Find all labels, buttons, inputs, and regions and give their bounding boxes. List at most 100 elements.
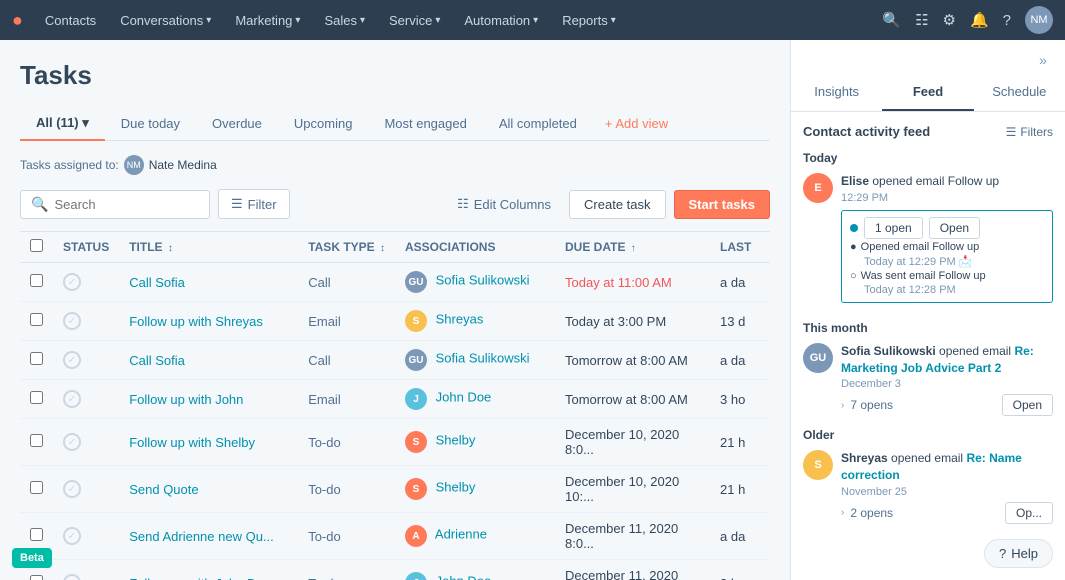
- older-chevron[interactable]: ›: [841, 507, 844, 518]
- nav-marketing[interactable]: Marketing ▾: [225, 0, 310, 40]
- task-type-2: Call: [308, 353, 330, 368]
- task-table: STATUS TITLE ↕ TASK TYPE ↕ ASSOCIATIONS …: [20, 231, 770, 580]
- tab-overdue[interactable]: Overdue: [196, 108, 278, 141]
- status-column-header: STATUS: [53, 232, 119, 263]
- user-avatar[interactable]: NM: [1025, 6, 1053, 34]
- assoc-name-1[interactable]: Shreyas: [436, 312, 484, 327]
- assoc-name-3[interactable]: John Doe: [436, 390, 492, 405]
- table-row: ✓ Call Sofia Call GU Sofia Sulikowski To…: [20, 263, 770, 302]
- opens-badge[interactable]: 1 open: [864, 217, 923, 239]
- filters-icon: ☰: [1006, 125, 1017, 139]
- assoc-avatar-2: GU: [405, 349, 427, 371]
- nav-reports[interactable]: Reports ▾: [552, 0, 626, 40]
- nav-contacts[interactable]: Contacts: [35, 0, 106, 40]
- beta-badge[interactable]: Beta: [12, 548, 52, 568]
- open-email-button[interactable]: Open: [929, 217, 980, 239]
- row-checkbox-3[interactable]: [30, 391, 43, 404]
- task-type-3: Email: [308, 392, 341, 407]
- nav-service[interactable]: Service ▾: [379, 0, 450, 40]
- notifications-icon[interactable]: 🔔: [970, 11, 989, 29]
- nav-sales[interactable]: Sales ▾: [314, 0, 375, 40]
- status-icon-6[interactable]: ✓: [63, 527, 81, 545]
- help-icon[interactable]: ?: [1003, 12, 1011, 29]
- search-icon[interactable]: 🔍: [882, 11, 901, 29]
- tab-due-today[interactable]: Due today: [105, 108, 196, 141]
- task-title-4[interactable]: Follow up with Shelby: [129, 435, 255, 450]
- assoc-name-6[interactable]: Adrienne: [435, 527, 487, 542]
- task-title-6[interactable]: Send Adrienne new Qu...: [129, 529, 274, 544]
- panel-collapse-button[interactable]: »: [1029, 46, 1057, 74]
- nav-automation[interactable]: Automation ▾: [454, 0, 548, 40]
- row-checkbox-2[interactable]: [30, 352, 43, 365]
- status-icon-1[interactable]: ✓: [63, 312, 81, 330]
- tab-most-engaged[interactable]: Most engaged: [368, 108, 482, 141]
- tasktype-column-header[interactable]: TASK TYPE ↕: [298, 232, 395, 263]
- assoc-name-2[interactable]: Sofia Sulikowski: [436, 351, 530, 366]
- create-task-button[interactable]: Create task: [569, 190, 665, 219]
- opened-icon: ●: [850, 241, 857, 253]
- row-checkbox-1[interactable]: [30, 313, 43, 326]
- title-column-header[interactable]: TITLE ↕: [119, 232, 298, 263]
- last-col-3: 3 ho: [720, 392, 745, 407]
- marketplace-icon[interactable]: ☷: [915, 11, 928, 29]
- email-detail-opened: ● Opened email Follow up: [850, 241, 1044, 253]
- row-checkbox-4[interactable]: [30, 434, 43, 447]
- edit-columns-button[interactable]: ☷ Edit Columns: [447, 190, 561, 218]
- status-icon-5[interactable]: ✓: [63, 480, 81, 498]
- status-icon-2[interactable]: ✓: [63, 351, 81, 369]
- duedate-column-header[interactable]: DUE DATE ↑: [555, 232, 710, 263]
- feed-header: Contact activity feed ☰ Filters: [803, 124, 1053, 139]
- assoc-avatar-7: J: [405, 572, 427, 580]
- search-input[interactable]: [54, 197, 199, 212]
- status-icon-4[interactable]: ✓: [63, 433, 81, 451]
- this-month-chevron[interactable]: ›: [841, 400, 844, 411]
- table-row: ✓ Follow up with John Email J John Doe T…: [20, 380, 770, 419]
- due-date-2: Tomorrow at 8:00 AM: [565, 353, 688, 368]
- tab-all-completed[interactable]: All completed: [483, 108, 593, 141]
- add-view-button[interactable]: + Add view: [593, 108, 680, 139]
- older-open-button[interactable]: Op...: [1005, 502, 1053, 524]
- assoc-name-4[interactable]: Shelby: [436, 433, 476, 448]
- assigned-user-name[interactable]: Nate Medina: [149, 158, 217, 172]
- last-col-7: 3 ho: [720, 576, 745, 580]
- row-checkbox-5[interactable]: [30, 481, 43, 494]
- this-month-open-button[interactable]: Open: [1002, 394, 1053, 416]
- panel-tab-feed[interactable]: Feed: [882, 74, 973, 111]
- row-checkbox-7[interactable]: [30, 575, 43, 580]
- task-title-2[interactable]: Call Sofia: [129, 353, 185, 368]
- help-button[interactable]: ? Help: [984, 539, 1053, 568]
- assigned-label: Tasks assigned to: NM Nate Medina: [20, 155, 217, 175]
- assoc-name-0[interactable]: Sofia Sulikowski: [436, 273, 530, 288]
- start-tasks-button[interactable]: Start tasks: [674, 190, 770, 219]
- table-row: ✓ Send Adrienne new Qu... To-do A Adrien…: [20, 513, 770, 560]
- panel-tab-insights[interactable]: Insights: [791, 74, 882, 111]
- task-toolbar: 🔍 ☰ Filter ☷ Edit Columns Create task St…: [20, 189, 770, 219]
- search-box[interactable]: 🔍: [20, 190, 210, 219]
- task-title-1[interactable]: Follow up with Shreyas: [129, 314, 263, 329]
- tab-all[interactable]: All (11) ▾: [20, 107, 105, 141]
- task-title-0[interactable]: Call Sofia: [129, 275, 185, 290]
- row-checkbox-6[interactable]: [30, 528, 43, 541]
- nav-conversations[interactable]: Conversations ▾: [110, 0, 221, 40]
- sent-time: Today at 12:28 PM: [864, 284, 1044, 296]
- select-all-checkbox[interactable]: [30, 239, 43, 252]
- last-col-5: 21 h: [720, 482, 745, 497]
- status-icon-7[interactable]: ✓: [63, 574, 81, 580]
- assoc-name-7[interactable]: John Doe: [436, 574, 492, 580]
- feed-filters-button[interactable]: ☰ Filters: [1006, 125, 1053, 139]
- settings-icon[interactable]: ⚙: [943, 11, 956, 29]
- feed-title: Contact activity feed: [803, 124, 930, 139]
- task-title-7[interactable]: Follow up with John Doe: [129, 576, 271, 580]
- assoc-name-5[interactable]: Shelby: [436, 480, 476, 495]
- row-checkbox-0[interactable]: [30, 274, 43, 287]
- email-preview-box[interactable]: 1 open Open ● Opened email Follow up Tod…: [841, 210, 1053, 303]
- panel-tabs: Insights Feed Schedule: [791, 74, 1065, 112]
- panel-tab-schedule[interactable]: Schedule: [974, 74, 1065, 111]
- tab-upcoming[interactable]: Upcoming: [278, 108, 369, 141]
- older-activity-avatar: S: [803, 450, 833, 480]
- task-title-5[interactable]: Send Quote: [129, 482, 198, 497]
- filter-button[interactable]: ☰ Filter: [218, 189, 290, 219]
- task-title-3[interactable]: Follow up with John: [129, 392, 243, 407]
- status-icon-0[interactable]: ✓: [63, 273, 81, 291]
- status-icon-3[interactable]: ✓: [63, 390, 81, 408]
